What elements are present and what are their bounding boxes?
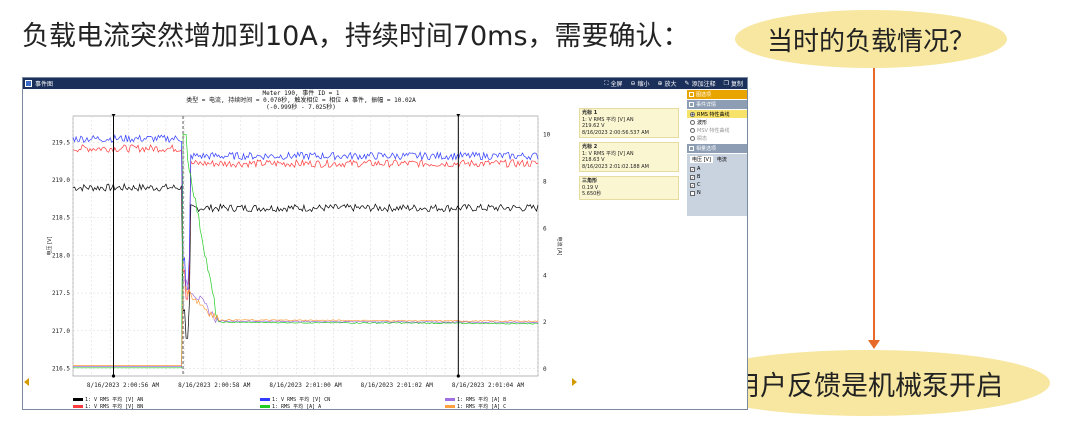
zoom-in-button[interactable]: ⊕ 放大 — [658, 79, 677, 88]
x-tick-label: 8/16/2023 2:01:04 AM — [452, 382, 525, 389]
x-tick-label: 8/16/2023 2:01:02 AM — [361, 382, 434, 389]
cursor-1-foot — [111, 374, 116, 378]
y-right-tick-label: 6 — [543, 225, 547, 232]
event-details-header[interactable]: 事件详情 — [687, 100, 747, 109]
channel-b-checkbox[interactable]: ✓ B — [687, 173, 747, 181]
fullscreen-icon: ⛶ — [604, 79, 609, 87]
x-tick-label: 8/16/2023 2:00:56 AM — [87, 382, 160, 389]
chart-options-header[interactable]: 图选项 — [687, 90, 747, 99]
tab-voltage[interactable]: 电压 [V] — [690, 156, 713, 163]
legend-item: 1: RMS 平均 [A] B — [445, 396, 506, 403]
legend-swatch — [260, 405, 270, 408]
x-tick-label: 8/16/2023 2:01:00 AM — [269, 382, 342, 389]
checkbox-icon — [690, 190, 695, 196]
cursor-1-readout[interactable]: 光标 1 1: V RMS 平均 [V] AN 219.62 V 8/16/20… — [579, 108, 679, 138]
checkbox-checked-icon: ✓ — [690, 174, 695, 180]
y-left-tick-label: 218.5 — [52, 215, 70, 222]
radio-msv-profile: MSV 特性曲线 — [687, 126, 747, 134]
y-left-axis-label: 电压 [V] — [46, 237, 53, 256]
collapse-icon — [689, 92, 694, 97]
y-right-tick-label: 8 — [543, 179, 547, 186]
fullscreen-button[interactable]: ⛶ 全屏 — [604, 79, 622, 89]
legend-item: 1: V RMS 平均 [V] AN — [73, 396, 143, 403]
arrow-head-icon — [868, 340, 880, 349]
y-right-tick-label: 10 — [543, 132, 551, 139]
radio-icon — [690, 127, 695, 133]
scroll-right-icon[interactable] — [572, 378, 577, 386]
radio-rms-profile[interactable]: RMS 特性曲线 — [687, 110, 747, 118]
y-left-tick-label: 216.5 — [52, 365, 70, 372]
channel-a-checkbox[interactable]: ✓ A — [687, 165, 747, 173]
x-tick-label: 8/16/2023 2:00:58 AM — [178, 382, 251, 389]
legend-item: 1: RMS 平均 [A] C — [445, 403, 506, 409]
channel-c-checkbox[interactable]: ✓ C — [687, 181, 747, 189]
rms-chart[interactable]: 219.5 219.0 218.5 218.0 217.5 217.0 216.5 10 8 6 4… — [23, 78, 583, 398]
legend-swatch — [445, 405, 455, 408]
legend-swatch — [73, 405, 83, 408]
copy-button[interactable]: ❐ 复制 — [724, 79, 743, 88]
legend-swatch — [260, 398, 270, 401]
y-right-tick-label: 4 — [543, 272, 547, 279]
add-note-icon: ✎ — [684, 80, 690, 87]
zoom-out-button[interactable]: ⊖ 缩小 — [630, 79, 649, 88]
zoom-out-icon: ⊖ — [630, 80, 636, 87]
scroll-left-icon[interactable] — [24, 378, 29, 386]
channel-options-header[interactable]: 相量选项 — [687, 144, 747, 153]
legend-swatch — [445, 398, 455, 401]
connector-arrow — [873, 68, 875, 344]
toolbar: ⛶ 全屏 ⊖ 缩小 ⊕ 放大 ✎ 添加注释 ❐ 复制 — [604, 78, 743, 89]
copy-icon: ❐ — [723, 80, 729, 87]
channel-options-box: 电压 [V] 电流 ✓ A ✓ B ✓ C N — [687, 154, 747, 216]
y-left-tick-label: 217.5 — [52, 290, 70, 297]
chart-legend: 1: V RMS 平均 [V] AN 1: V RMS 平均 [V] BN 1:… — [73, 396, 573, 409]
y-left-tick-label: 218.0 — [52, 252, 70, 259]
y-left-tick-label: 217.0 — [52, 328, 70, 335]
y-left-tick-label: 219.0 — [52, 177, 70, 184]
side-panel: 图选项 事件详情 RMS 特性曲线 波形 MSV 特性曲线 瞬态 相量选项 电压… — [687, 90, 747, 409]
cursor-2-readout[interactable]: 光标 2 1: V RMS 平均 [V] AN 218.63 V 8/16/20… — [579, 142, 679, 172]
delta-readout[interactable]: 三角形 0.19 V 5.650秒 — [579, 176, 679, 200]
legend-item: 1: RMS 平均 [A] A — [260, 403, 321, 409]
add-note-button[interactable]: ✎ 添加注释 — [685, 79, 716, 88]
checkbox-checked-icon: ✓ — [690, 182, 695, 188]
y-left-tick-label: 219.5 — [52, 139, 70, 146]
y-right-axis-label: 电流 [A] — [556, 237, 563, 256]
zoom-in-icon: ⊕ — [657, 80, 663, 87]
legend-swatch — [73, 398, 83, 401]
channel-n-checkbox[interactable]: N — [687, 189, 747, 197]
event-chart-window: 事件图 ⛶ 全屏 ⊖ 缩小 ⊕ 放大 ✎ 添加注释 ❐ 复制 Meter 190, 事件 … — [22, 77, 748, 410]
radio-icon — [690, 135, 695, 141]
slide-headline: 负载电流突然增加到10A，持续时间70ms，需要确认： — [22, 21, 690, 52]
legend-item: 1: V RMS 平均 [V] CN — [260, 396, 330, 403]
question-bubble: 当时的负载情况？ — [735, 10, 1007, 68]
collapse-icon — [689, 146, 694, 151]
collapse-icon — [689, 102, 694, 107]
y-right-tick-label: 0 — [543, 366, 547, 373]
cursor-2-foot — [456, 374, 460, 378]
y-right-tick-label: 2 — [543, 319, 547, 326]
checkbox-checked-icon: ✓ — [690, 166, 695, 172]
radio-transient: 瞬态 — [687, 134, 747, 142]
legend-item: 1: V RMS 平均 [V] BN — [73, 403, 143, 409]
radio-selected-icon — [690, 111, 695, 117]
tab-current[interactable]: 电流 — [715, 156, 729, 163]
radio-icon — [690, 119, 695, 125]
channel-tabs: 电压 [V] 电流 — [687, 156, 747, 163]
radio-waveform[interactable]: 波形 — [687, 118, 747, 126]
